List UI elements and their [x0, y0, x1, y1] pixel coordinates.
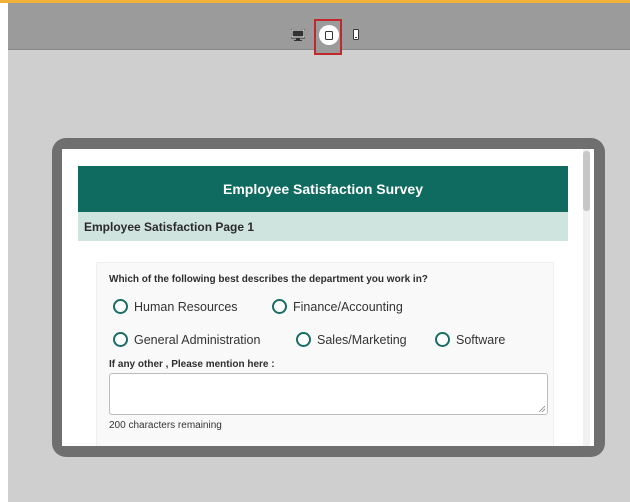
question-text: Which of the following best describes th… [109, 274, 428, 285]
tablet-view-button[interactable] [314, 19, 342, 55]
scrollbar-thumb[interactable] [583, 151, 590, 211]
desktop-icon[interactable] [291, 29, 305, 41]
resize-grip-icon[interactable] [538, 405, 545, 412]
option-human-resources[interactable]: Human Resources [113, 299, 238, 314]
option-software[interactable]: Software [435, 332, 505, 347]
option-general-administration[interactable]: General Administration [113, 332, 260, 347]
option-label: Sales/Marketing [317, 332, 407, 347]
characters-remaining: 200 characters remaining [109, 420, 222, 431]
option-label: Software [456, 332, 506, 347]
radio-button[interactable] [113, 332, 128, 347]
tablet-button-circle [319, 25, 339, 45]
option-label: Finance/Accounting [293, 299, 403, 314]
page-title-bar: Employee Satisfaction Page 1 [78, 212, 568, 241]
vertical-scrollbar[interactable] [583, 149, 590, 446]
other-department-label: If any other , Please mention here : [109, 359, 275, 370]
tablet-icon [325, 31, 333, 40]
radio-button[interactable] [113, 299, 128, 314]
option-label: General Administration [134, 332, 261, 347]
device-preview-toolbar [8, 3, 630, 55]
tablet-screen: Employee Satisfaction Survey Employee Sa… [62, 149, 594, 446]
left-panel-edge [0, 3, 8, 502]
question-card: Which of the following best describes th… [96, 262, 554, 446]
radio-button[interactable] [296, 332, 311, 347]
radio-button[interactable] [272, 299, 287, 314]
other-department-textarea[interactable] [109, 373, 548, 415]
survey-title: Employee Satisfaction Survey [78, 166, 568, 212]
option-label: Human Resources [134, 299, 238, 314]
tablet-frame: Employee Satisfaction Survey Employee Sa… [52, 138, 605, 457]
radio-button[interactable] [435, 332, 450, 347]
option-sales-marketing[interactable]: Sales/Marketing [296, 332, 407, 347]
mobile-icon[interactable] [353, 29, 359, 40]
option-finance-accounting[interactable]: Finance/Accounting [272, 299, 403, 314]
